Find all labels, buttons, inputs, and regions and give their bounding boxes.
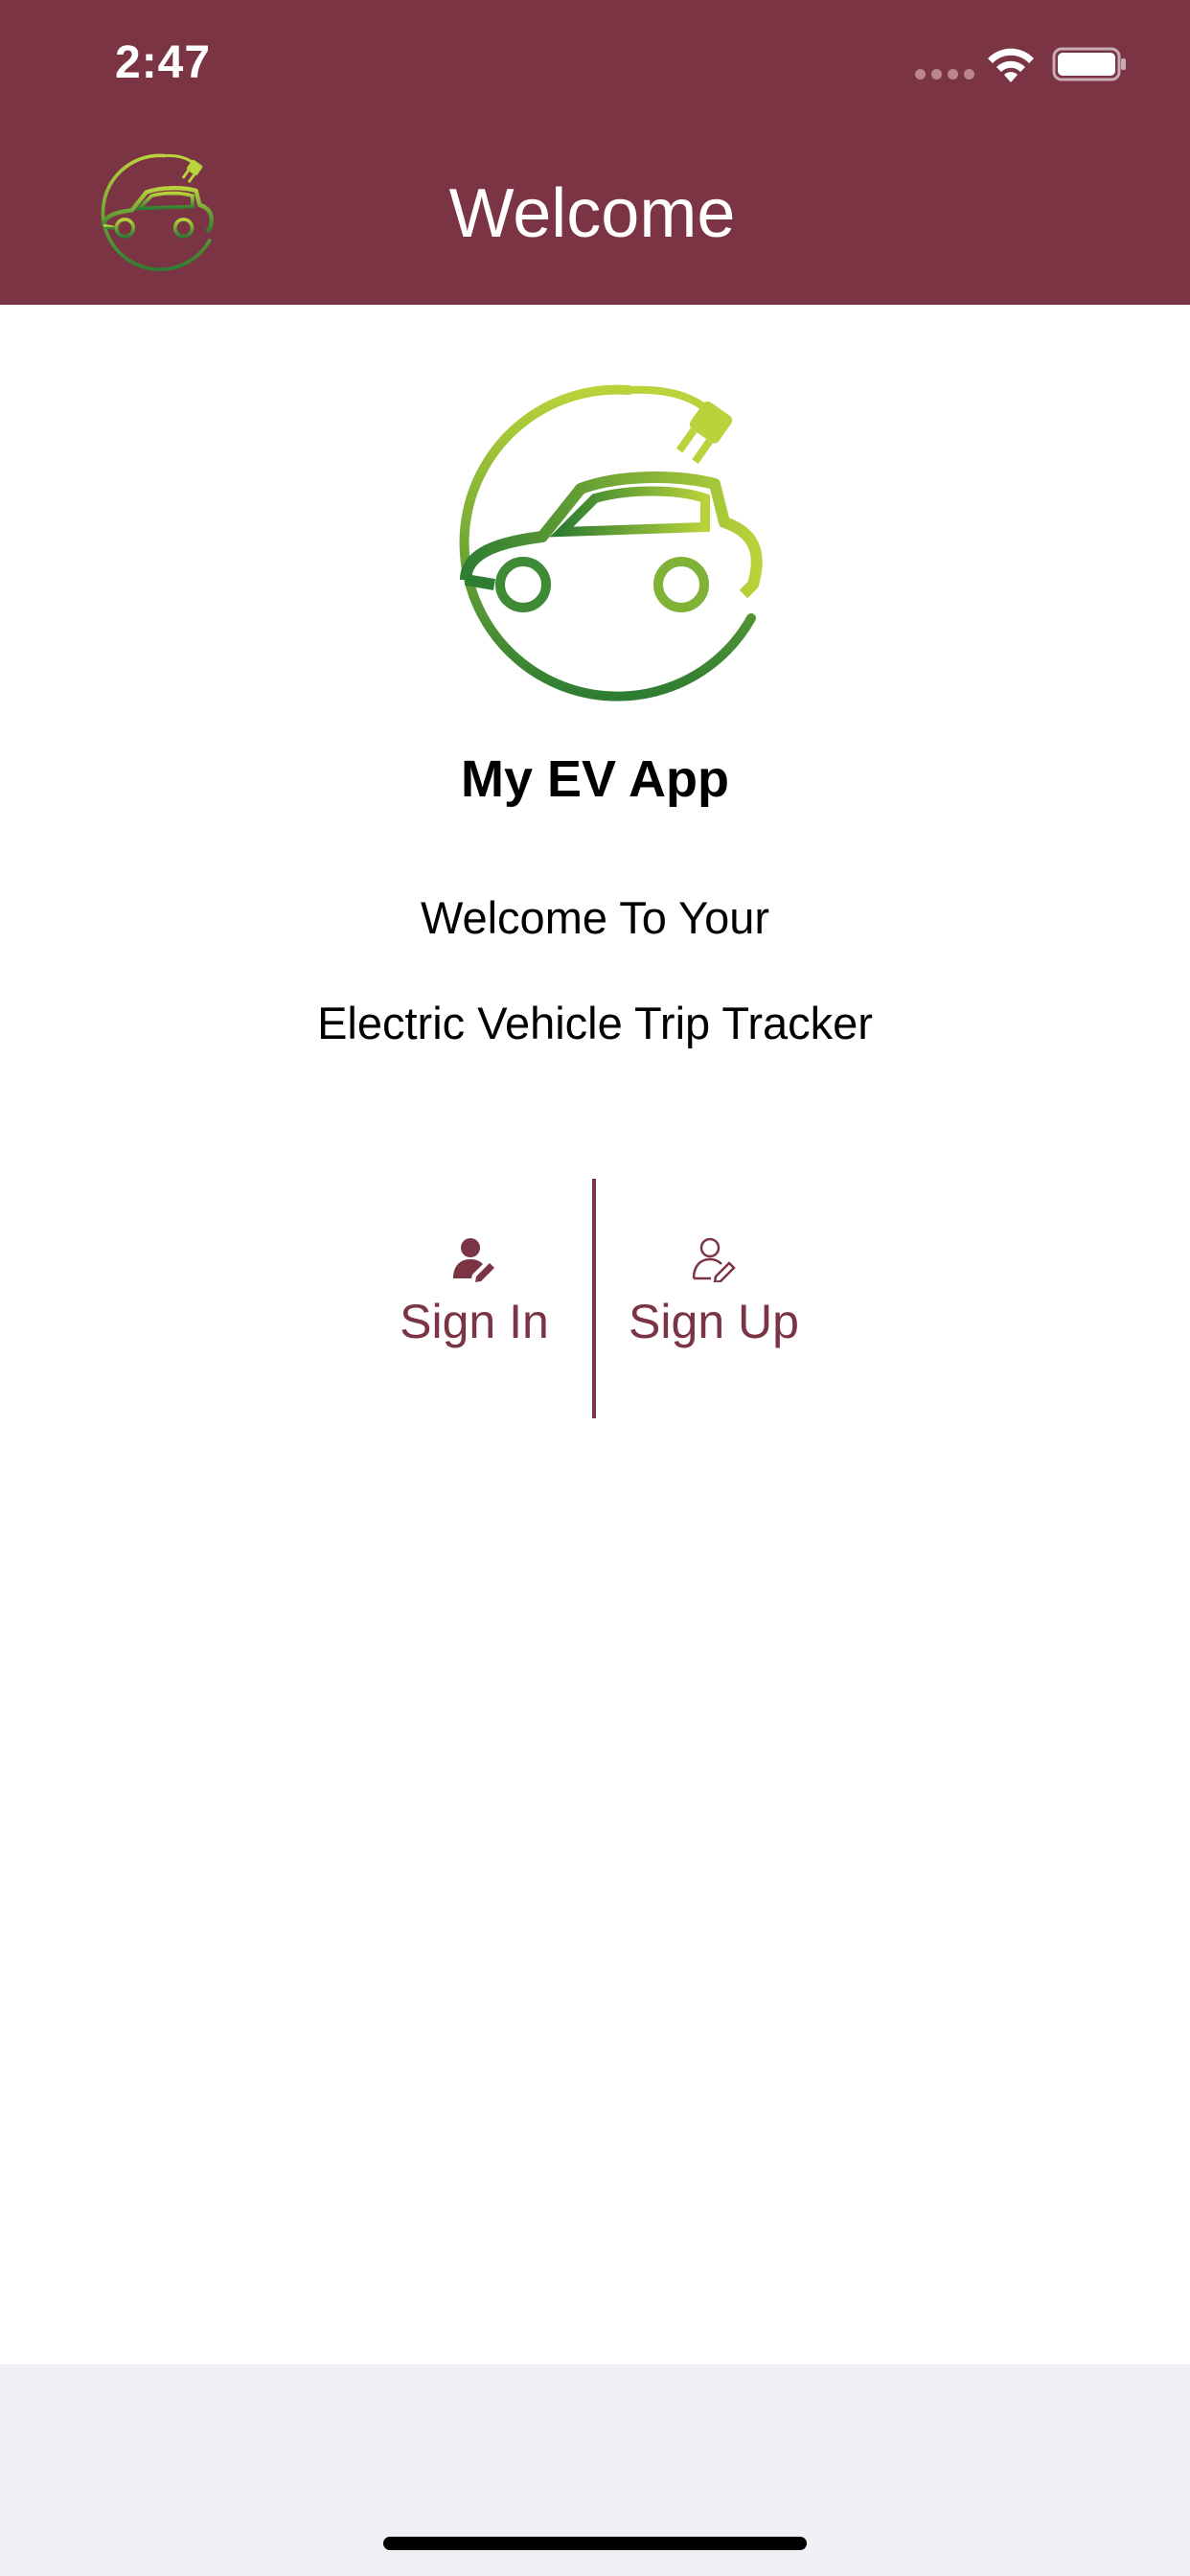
page-title-text: Welcome (448, 175, 736, 252)
tagline-line-2: Electric Vehicle Trip Tracker (317, 998, 873, 1048)
battery-icon (1052, 47, 1126, 81)
app-header: 2:47 Welcome (0, 0, 1190, 305)
sign-in-button[interactable]: Sign In (378, 1236, 570, 1349)
home-indicator[interactable] (383, 2537, 807, 2550)
auth-divider (592, 1179, 596, 1418)
sign-up-label: Sign Up (629, 1295, 799, 1348)
page-title: Welcome (0, 174, 1190, 253)
status-time: 2:47 (115, 37, 212, 88)
auth-actions: Sign In Sign Up (0, 1179, 1190, 1418)
tagline-line-1: Welcome To Your (420, 892, 770, 943)
cellular-signal-icon (915, 69, 974, 80)
sign-in-label: Sign In (400, 1295, 549, 1348)
user-edit-filled-icon (453, 1238, 494, 1282)
app-name: My EV App (460, 750, 730, 808)
user-edit-outline-icon (692, 1237, 736, 1282)
ev-car-plug-logo-icon (459, 384, 763, 702)
wifi-icon (988, 48, 1034, 82)
sign-up-button[interactable]: Sign Up (618, 1236, 810, 1349)
